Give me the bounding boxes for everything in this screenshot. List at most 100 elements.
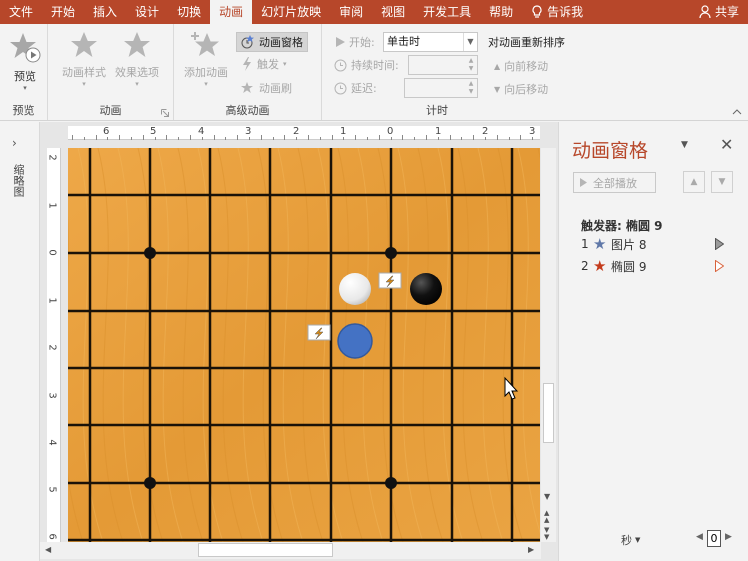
animation-style-button[interactable]: 动画样式 ▾ [62,30,106,88]
scroll-down-icon[interactable]: ▼ [544,492,550,501]
vertical-scrollbar[interactable]: ▼ ▲ ▲ ▼ ▼ [541,148,556,542]
menu-transitions[interactable]: 切换 [168,0,210,24]
preview-button[interactable]: 预览 ▾ [8,30,42,92]
menu-animations[interactable]: 动画 [210,0,253,24]
horizontal-scrollbar[interactable]: ◀ ▶ [40,542,541,559]
animation-pane-button[interactable]: 动画窗格 [236,32,308,52]
ruler-tick [485,137,486,140]
duration-input[interactable]: ▲ ▼ [408,55,478,75]
ruler-tick [83,137,85,140]
trigger-tag-icon[interactable] [307,324,331,341]
black-stone[interactable] [410,273,442,305]
scroll-right-icon[interactable]: ▶ [528,545,534,554]
white-stone[interactable] [339,273,371,305]
ruler-tick [437,137,439,140]
start-value: 单击时 [387,35,420,48]
trigger-header: 触发器: 椭圆 9 [581,219,663,233]
vertical-ruler: 2 1 0 1 2 3 4 5 6 [47,148,61,542]
ruler-tick [496,135,498,140]
ruler-tick [260,135,262,140]
menu-slideshow[interactable]: 幻灯片放映 [252,0,330,24]
reorder-title: 对动画重新排序 [488,34,565,50]
ruler-tick [178,137,180,140]
tell-me-label: 告诉我 [547,5,584,19]
menu-view[interactable]: 视图 [372,0,414,24]
menu-review[interactable]: 审阅 [330,0,372,24]
ribbon: 预览 ▾ 预览 动画样式 ▾ 效果选项 ▾ 动画 添加动画 ▾ 动画窗格 触发 … [0,24,748,121]
ruler-tick [390,137,392,140]
close-icon[interactable]: ✕ [720,135,733,154]
start-select[interactable]: 单击时 ▼ [383,32,478,52]
play-icon [336,37,345,47]
trigger-tag-icon[interactable] [378,272,402,289]
move-up-button[interactable]: ▲ [683,171,705,193]
move-later-button[interactable]: ▼ 向后移动 [494,81,548,97]
share-button[interactable]: 共享 [690,0,748,24]
ruler-label: 2 [482,126,489,137]
add-animation-label: 添加动画 [184,66,228,79]
pane-title: 动画窗格 [572,140,649,162]
horizontal-scroll-thumb[interactable] [198,543,333,557]
ruler-label: 1 [340,126,347,137]
ruler-tick [284,135,286,140]
ruler-label: 6 [103,126,110,137]
move-earlier-button[interactable]: ▲ 向前移动 [494,58,548,74]
blue-circle-shape[interactable] [337,323,373,359]
effect-options-button[interactable]: 效果选项 ▾ [115,30,159,88]
ruler-ticks [68,126,540,140]
menu-help[interactable]: 帮助 [480,0,522,24]
move-down-button[interactable]: ▼ [711,171,733,193]
vertical-scroll-thumb[interactable] [543,383,554,443]
menu-home[interactable]: 开始 [42,0,84,24]
next-slide-icon[interactable]: ▼ ▼ [544,527,549,541]
ruler-tick [190,135,191,140]
ruler-tick [249,137,250,140]
slide-canvas[interactable] [68,148,540,542]
ruler-label: 0 [46,249,58,256]
previous-slide-icon[interactable]: ▲ ▲ [544,510,549,524]
ruler-label: 1 [46,297,58,304]
preview-label: 预览 [14,70,36,83]
timeline-bar-icon [715,238,724,250]
animation-item[interactable]: 1 ★ 图片 8 [581,234,741,254]
ruler-tick [402,135,404,140]
reorder-title-label: 对动画重新排序 [488,36,565,49]
animation-item[interactable]: 2 ★ 椭圆 9 [581,256,741,276]
timeline-position[interactable]: 0 [707,530,721,547]
zoom-right-icon[interactable]: ▶ [725,532,732,542]
delay-input[interactable]: ▲ ▼ [404,78,478,98]
seconds-dropdown[interactable]: 秒 ▼ [621,532,640,548]
delay-spinner-icon[interactable]: ▲ ▼ [466,80,476,96]
expand-thumbnails-icon[interactable]: › [12,136,17,150]
zoom-left-icon[interactable]: ◀ [696,532,703,542]
add-star-icon [191,32,219,56]
duration-spinner-icon[interactable]: ▲ ▼ [466,57,476,73]
collapse-ribbon-icon[interactable] [732,109,742,115]
pane-options-icon[interactable]: ▼ [681,140,688,150]
duration-row: 持续时间: [334,57,399,73]
menu-insert[interactable]: 插入 [84,0,126,24]
trigger-dropdown-icon: ▾ [283,60,287,68]
animation-item-number: 1 [581,237,589,251]
tell-me-box[interactable]: 告诉我 [522,0,592,24]
trigger-button[interactable]: 触发 ▾ [241,56,287,72]
ruler-tick [142,135,144,140]
animation-pane: 动画窗格 ▼ ✕ 全部播放 ▲ ▼ 触发器: 椭圆 9 1 ★ 图片 8 2 ★… [558,122,748,561]
menu-design[interactable]: 设计 [126,0,168,24]
animation-item-name: 椭圆 9 [611,259,647,274]
animation-painter-button[interactable]: 动画刷 [241,80,292,96]
scroll-left-icon[interactable]: ◀ [45,545,51,554]
ruler-tick [95,135,97,140]
group-timing-label: 计时 [426,104,448,117]
move-later-label: 向后移动 [504,83,549,96]
start-dropdown-icon[interactable]: ▼ [463,33,477,51]
trigger-label: 触发 [257,58,279,71]
play-all-button[interactable]: 全部播放 [573,172,656,193]
menu-developer[interactable]: 开发工具 [414,0,480,24]
group-advanced-label: 高级动画 [225,104,270,117]
ruler-label: 5 [150,126,157,137]
ruler-tick [225,137,227,140]
add-animation-button[interactable]: 添加动画 ▾ [184,30,228,88]
thumbnail-label[interactable]: 缩略图 [10,164,26,197]
menu-file[interactable]: 文件 [0,0,42,24]
